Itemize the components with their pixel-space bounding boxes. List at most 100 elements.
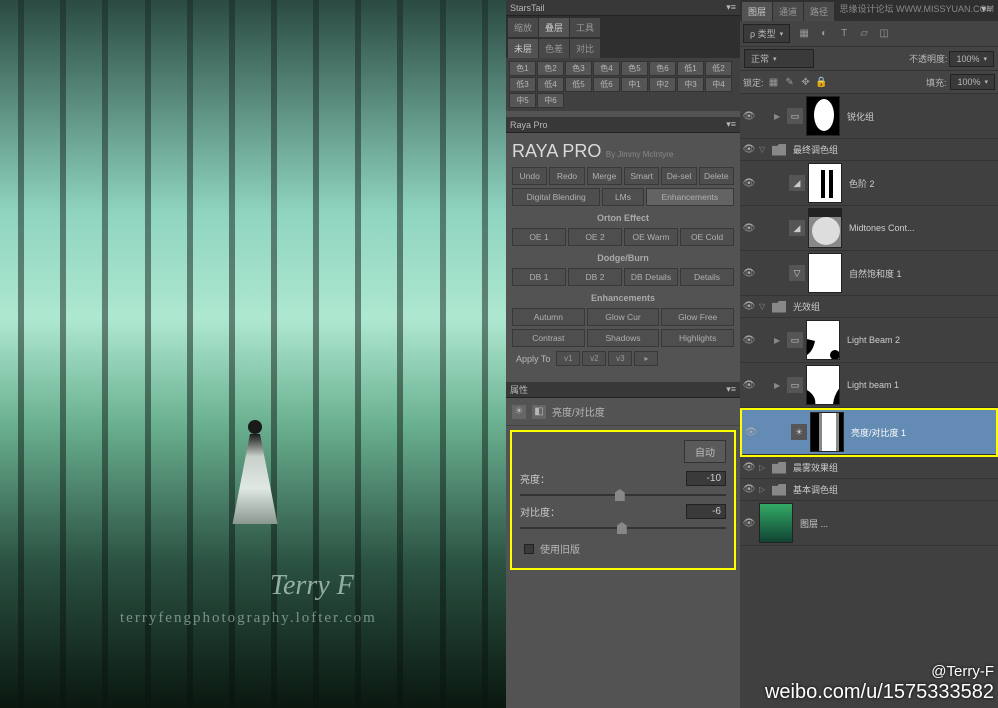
rp-delete[interactable]: Delete xyxy=(699,167,734,185)
opacity-value[interactable]: 100% xyxy=(949,51,994,67)
visibility-icon[interactable]: 👁 xyxy=(742,176,756,190)
rp-shadows[interactable]: Shadows xyxy=(587,329,660,347)
properties-header[interactable]: 属性 ▾≡ xyxy=(506,382,740,398)
expand-icon[interactable]: ▷ xyxy=(759,485,769,494)
layer-item[interactable]: 👁 ◢ 色阶 2 xyxy=(740,161,998,206)
st-cell[interactable]: 中5 xyxy=(509,93,536,108)
rp-db1[interactable]: DB 1 xyxy=(512,268,566,286)
expand-icon[interactable]: ▶ xyxy=(774,336,784,345)
tab-paths[interactable]: 路径 xyxy=(804,2,834,21)
st-cell[interactable]: 低6 xyxy=(593,77,620,92)
layer-group[interactable]: 👁 ▽ 最终调色组 xyxy=(740,139,998,161)
panel-menu-icon[interactable]: ▾≡ xyxy=(726,2,736,13)
rp-oe1[interactable]: OE 1 xyxy=(512,228,566,246)
st-tab[interactable]: 色差 xyxy=(539,39,569,58)
visibility-icon[interactable]: 👁 xyxy=(742,109,756,123)
lock-all-icon[interactable]: 🔒 xyxy=(816,76,828,88)
starstail-header[interactable]: StarsTail ▾≡ xyxy=(506,0,740,16)
st-cell[interactable]: 色4 xyxy=(593,61,620,76)
layer-thumb[interactable] xyxy=(759,503,793,543)
visibility-icon[interactable]: 👁 xyxy=(742,221,756,235)
visibility-icon[interactable]: 👁 xyxy=(742,378,756,392)
visibility-icon[interactable]: 👁 xyxy=(742,333,756,347)
layer-mask-thumb[interactable] xyxy=(808,253,842,293)
st-cell[interactable]: 色1 xyxy=(509,61,536,76)
tab-channels[interactable]: 通道 xyxy=(773,2,803,21)
layer-item[interactable]: 👁 ◢ Midtones Cont... xyxy=(740,206,998,251)
rp-oecold[interactable]: OE Cold xyxy=(680,228,734,246)
st-cell[interactable]: 低1 xyxy=(677,61,704,76)
layer-group[interactable]: 👁 ▷ 晨雾效果组 xyxy=(740,457,998,479)
panel-menu-icon[interactable]: ▾≡ xyxy=(726,384,736,395)
layer-name[interactable]: Light beam 1 xyxy=(847,380,899,390)
layer-group[interactable]: 👁 ▷ 基本调色组 xyxy=(740,479,998,501)
rp-oe2[interactable]: OE 2 xyxy=(568,228,622,246)
rp-redo[interactable]: Redo xyxy=(549,167,584,185)
st-tab[interactable]: 叠层 xyxy=(539,18,569,37)
rp-more[interactable]: ▸ xyxy=(634,351,658,366)
contrast-slider[interactable] xyxy=(520,527,726,529)
rp-v3[interactable]: v3 xyxy=(608,351,632,366)
filter-type-dropdown[interactable]: ρ 类型 xyxy=(743,24,790,43)
mask-icon[interactable]: ◧ xyxy=(532,405,546,419)
filter-pixel-icon[interactable]: ▦ xyxy=(798,28,810,40)
layer-mask-thumb[interactable] xyxy=(810,412,844,452)
rp-merge[interactable]: Merge xyxy=(587,167,622,185)
filter-shape-icon[interactable]: ▱ xyxy=(858,28,870,40)
st-tab[interactable]: 未层 xyxy=(508,39,538,58)
rp-highlights[interactable]: Highlights xyxy=(661,329,734,347)
layer-name[interactable]: Midtones Cont... xyxy=(849,223,915,233)
st-cell[interactable]: 中3 xyxy=(677,77,704,92)
layer-item[interactable]: 👁 ▶ ▭ Light beam 1 xyxy=(740,363,998,408)
st-cell[interactable]: 低4 xyxy=(537,77,564,92)
rp-details[interactable]: Details xyxy=(680,268,734,286)
st-cell[interactable]: 低5 xyxy=(565,77,592,92)
rp-autumn[interactable]: Autumn xyxy=(512,308,585,326)
layer-mask-thumb[interactable] xyxy=(808,208,842,248)
tab-layers[interactable]: 图层 xyxy=(742,2,772,21)
st-cell[interactable]: 中2 xyxy=(649,77,676,92)
brightness-slider[interactable] xyxy=(520,494,726,496)
brightness-value[interactable]: -10 xyxy=(686,471,726,486)
st-cell[interactable]: 色6 xyxy=(649,61,676,76)
fill-value[interactable]: 100% xyxy=(950,74,995,90)
rp-mode-enhance[interactable]: Enhancements xyxy=(646,188,734,206)
expand-icon[interactable]: ▶ xyxy=(774,381,784,390)
st-cell[interactable]: 色5 xyxy=(621,61,648,76)
rp-contrast[interactable]: Contrast xyxy=(512,329,585,347)
legacy-checkbox[interactable] xyxy=(524,544,534,554)
st-tab[interactable]: 对比 xyxy=(570,39,600,58)
rp-db2[interactable]: DB 2 xyxy=(568,268,622,286)
rayapro-header[interactable]: Raya Pro ▾≡ xyxy=(506,117,740,133)
st-cell[interactable]: 色3 xyxy=(565,61,592,76)
rp-glowcur[interactable]: Glow Cur xyxy=(587,308,660,326)
contrast-value[interactable]: -6 xyxy=(686,504,726,519)
visibility-icon[interactable]: 👁 xyxy=(742,143,756,157)
layer-mask-thumb[interactable] xyxy=(806,96,840,136)
layer-name[interactable]: 基本调色组 xyxy=(793,483,838,496)
visibility-icon[interactable]: 👁 xyxy=(742,461,756,475)
st-cell[interactable]: 低2 xyxy=(705,61,732,76)
filter-adj-icon[interactable]: ◐ xyxy=(818,28,830,40)
blendmode-dropdown[interactable]: 正常 xyxy=(744,49,814,68)
expand-icon[interactable]: ▶ xyxy=(774,112,784,121)
lock-brush-icon[interactable]: ✎ xyxy=(784,76,796,88)
layer-group[interactable]: 👁 ▽ 光效组 xyxy=(740,296,998,318)
lock-pixels-icon[interactable]: ▦ xyxy=(768,76,780,88)
st-cell[interactable]: 中6 xyxy=(537,93,564,108)
st-cell[interactable]: 色2 xyxy=(537,61,564,76)
layer-name[interactable]: 自然饱和度 1 xyxy=(849,267,902,280)
expand-icon[interactable]: ▽ xyxy=(759,302,769,311)
layer-name[interactable]: 晨雾效果组 xyxy=(793,461,838,474)
layer-name[interactable]: 图层 ... xyxy=(800,517,828,530)
visibility-icon[interactable]: 👁 xyxy=(742,300,756,314)
layer-name[interactable]: 锐化组 xyxy=(847,110,874,123)
st-tab[interactable]: 工具 xyxy=(570,18,600,37)
visibility-icon[interactable]: 👁 xyxy=(742,516,756,530)
layer-name[interactable]: 光效组 xyxy=(793,300,820,313)
expand-icon[interactable]: ▷ xyxy=(759,463,769,472)
visibility-icon[interactable]: 👁 xyxy=(742,266,756,280)
filter-smart-icon[interactable]: ◫ xyxy=(878,28,890,40)
visibility-icon[interactable]: 👁 xyxy=(744,425,758,439)
layer-name[interactable]: 亮度/对比度 1 xyxy=(851,426,906,439)
